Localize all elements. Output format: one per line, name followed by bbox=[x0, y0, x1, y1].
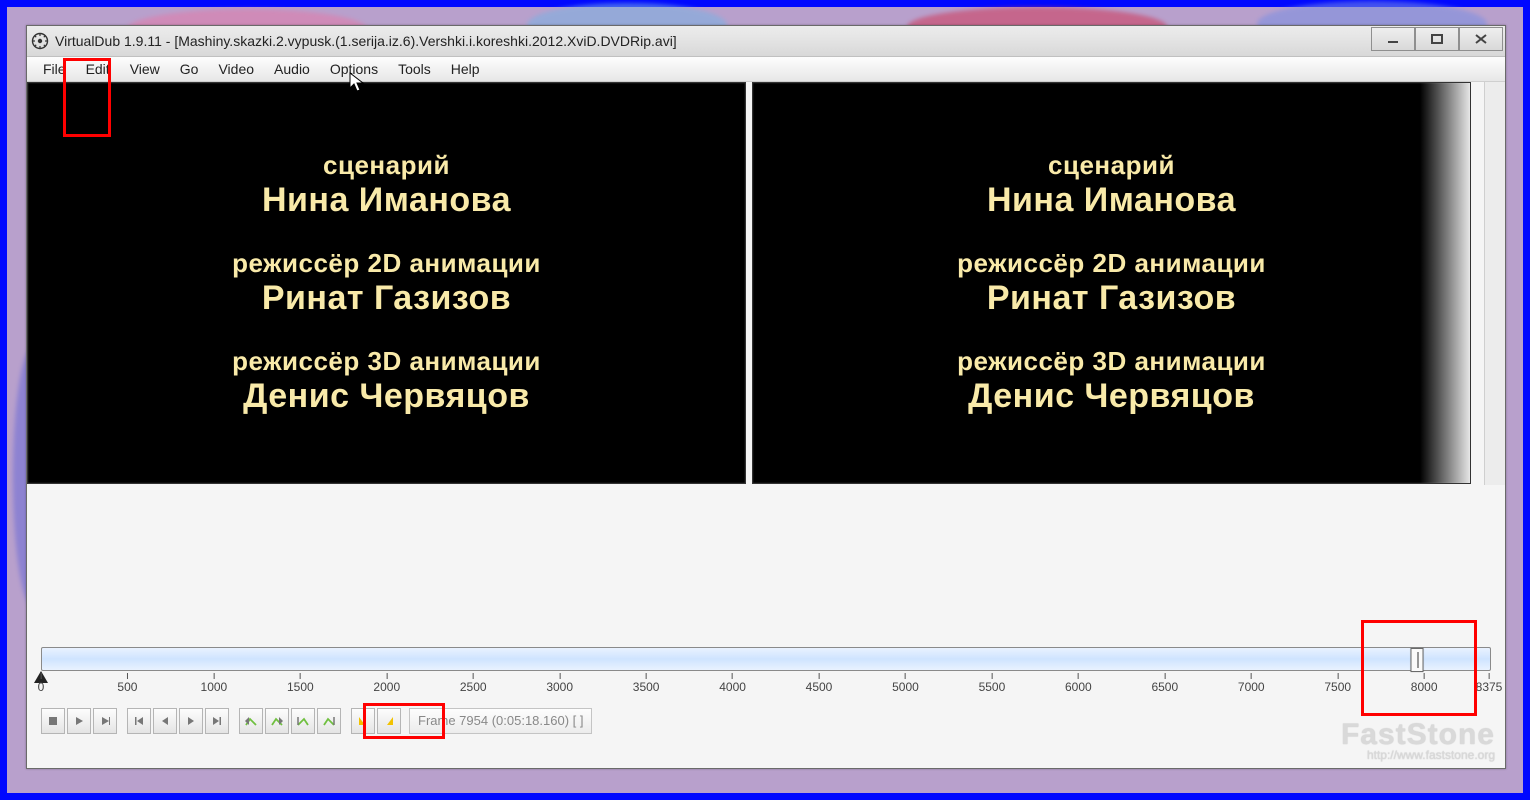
watermark-url: http://www.faststone.org bbox=[1341, 748, 1495, 762]
vertical-scrollbar[interactable] bbox=[1484, 82, 1505, 485]
timeline-tick: 1500 bbox=[287, 673, 314, 694]
timeline-ruler: 0 500 1000 1500 2000 2500 3000 3500 4000 4500 5000… bbox=[41, 673, 1491, 701]
maximize-button[interactable] bbox=[1415, 27, 1459, 51]
step-forward-button[interactable] bbox=[179, 708, 203, 734]
minimize-button[interactable] bbox=[1371, 27, 1415, 51]
timeline-tick-label: 6500 bbox=[1151, 680, 1178, 694]
timeline: 0 500 1000 1500 2000 2500 3000 3500 4000 4500 5000… bbox=[41, 647, 1491, 701]
credit-name: Денис Червяцов bbox=[232, 377, 541, 416]
credit-name: Нина Иманова bbox=[987, 181, 1236, 220]
goto-start-button[interactable] bbox=[127, 708, 151, 734]
timeline-tick-label: 500 bbox=[117, 680, 137, 694]
timeline-tick-label: 2500 bbox=[460, 680, 487, 694]
titlebar[interactable]: VirtualDub 1.9.11 - [Mashiny.skazki.2.vy… bbox=[27, 26, 1505, 57]
timeline-tick-label: 1500 bbox=[287, 680, 314, 694]
timeline-tick-label: 3500 bbox=[633, 680, 660, 694]
credit-role: режиссёр 2D анимации bbox=[232, 248, 541, 279]
credit-role: сценарий bbox=[262, 150, 511, 181]
credit-block: режиссёр 3D анимацииДенис Червяцов bbox=[957, 346, 1266, 416]
timeline-tick: 7000 bbox=[1238, 673, 1265, 694]
play-output-button[interactable] bbox=[93, 708, 117, 734]
timeline-tick-label: 4500 bbox=[806, 680, 833, 694]
menu-help[interactable]: Help bbox=[441, 59, 490, 79]
menu-view[interactable]: View bbox=[120, 59, 170, 79]
credit-role: режиссёр 3D анимации bbox=[232, 346, 541, 377]
timeline-tick-label: 4000 bbox=[719, 680, 746, 694]
timeline-tick: 7500 bbox=[1324, 673, 1351, 694]
timeline-position-handle[interactable] bbox=[1411, 648, 1424, 672]
frame-readout: Frame 7954 (0:05:18.160) [ ] bbox=[409, 708, 592, 734]
step-back-button[interactable] bbox=[153, 708, 177, 734]
credit-block: режиссёр 2D анимацииРинат Газизов bbox=[957, 248, 1266, 318]
timeline-tick: 500 bbox=[117, 673, 137, 694]
timeline-tick: 4000 bbox=[719, 673, 746, 694]
timeline-tick-label: 7000 bbox=[1238, 680, 1265, 694]
menu-file[interactable]: File bbox=[33, 59, 76, 79]
timeline-tick: 2000 bbox=[373, 673, 400, 694]
credit-role: режиссёр 3D анимации bbox=[957, 346, 1266, 377]
menu-audio[interactable]: Audio bbox=[264, 59, 320, 79]
timeline-tick: 6000 bbox=[1065, 673, 1092, 694]
timeline-tick: 4500 bbox=[806, 673, 833, 694]
play-input-button[interactable] bbox=[67, 708, 91, 734]
timeline-tick: 8000 bbox=[1411, 673, 1438, 694]
timeline-tick-label: 2000 bbox=[373, 680, 400, 694]
stop-button[interactable] bbox=[41, 708, 65, 734]
window-title: VirtualDub 1.9.11 - [Mashiny.skazki.2.vy… bbox=[55, 33, 677, 49]
credit-name: Денис Червяцов bbox=[957, 377, 1266, 416]
credit-block: сценарийНина Иманова bbox=[262, 150, 511, 220]
timeline-tick: 1000 bbox=[201, 673, 228, 694]
timeline-tick: 3500 bbox=[633, 673, 660, 694]
goto-end-button[interactable] bbox=[205, 708, 229, 734]
prev-keyframe-button[interactable] bbox=[239, 708, 263, 734]
timeline-tick-label: 5500 bbox=[979, 680, 1006, 694]
credit-block: режиссёр 3D анимацииДенис Червяцов bbox=[232, 346, 541, 416]
input-video-pane[interactable]: сценарийНина Иманова режиссёр 2D анимации… bbox=[27, 82, 746, 484]
menu-edit[interactable]: Edit bbox=[76, 59, 120, 79]
menu-options[interactable]: Options bbox=[320, 59, 388, 79]
timeline-tick-label: 8000 bbox=[1411, 680, 1438, 694]
timeline-tick-label: 5000 bbox=[892, 680, 919, 694]
next-drop-button[interactable] bbox=[317, 708, 341, 734]
timeline-tick-label: 6000 bbox=[1065, 680, 1092, 694]
timeline-tick: 3000 bbox=[546, 673, 573, 694]
prev-drop-button[interactable] bbox=[291, 708, 315, 734]
menu-video[interactable]: Video bbox=[208, 59, 264, 79]
mark-in-button[interactable] bbox=[351, 708, 375, 734]
timeline-tick: 6500 bbox=[1151, 673, 1178, 694]
timeline-tick: 2500 bbox=[460, 673, 487, 694]
timeline-tick: 8375 bbox=[1476, 673, 1503, 694]
timeline-tick-label: 7500 bbox=[1324, 680, 1351, 694]
timeline-tick-label: 1000 bbox=[201, 680, 228, 694]
credit-name: Ринат Газизов bbox=[232, 279, 541, 318]
timeline-tick: 5500 bbox=[979, 673, 1006, 694]
timeline-tick-label: 8375 bbox=[1476, 680, 1503, 694]
credit-block: сценарийНина Иманова bbox=[987, 150, 1236, 220]
client-area: сценарийНина Имановарежиссёр 2D анимации… bbox=[27, 82, 1505, 768]
credit-block: режиссёр 2D анимацииРинат Газизов bbox=[232, 248, 541, 318]
close-button[interactable] bbox=[1459, 27, 1503, 51]
timeline-tick: 5000 bbox=[892, 673, 919, 694]
timeline-tick-label: 3000 bbox=[546, 680, 573, 694]
menu-bar: File Edit View Go Video Audio Options To… bbox=[27, 57, 1505, 82]
credit-name: Нина Иманова bbox=[262, 181, 511, 220]
transport-toolbar: Frame 7954 (0:05:18.160) [ ] bbox=[41, 706, 1491, 736]
credit-role: сценарий bbox=[987, 150, 1236, 181]
timeline-tick-label: 0 bbox=[38, 680, 45, 694]
output-video-pane[interactable]: сценарийНина Иманова режиссёр 2D анимации… bbox=[752, 82, 1471, 484]
credit-role: режиссёр 2D анимации bbox=[957, 248, 1266, 279]
timeline-tick: 0 bbox=[38, 673, 45, 694]
credit-name: Ринат Газизов bbox=[957, 279, 1266, 318]
menu-tools[interactable]: Tools bbox=[388, 59, 441, 79]
virtualdub-window: VirtualDub 1.9.11 - [Mashiny.skazki.2.vy… bbox=[26, 25, 1506, 769]
mark-out-button[interactable] bbox=[377, 708, 401, 734]
app-icon bbox=[31, 32, 49, 50]
next-keyframe-button[interactable] bbox=[265, 708, 289, 734]
menu-go[interactable]: Go bbox=[170, 59, 209, 79]
timeline-track[interactable] bbox=[41, 647, 1491, 671]
